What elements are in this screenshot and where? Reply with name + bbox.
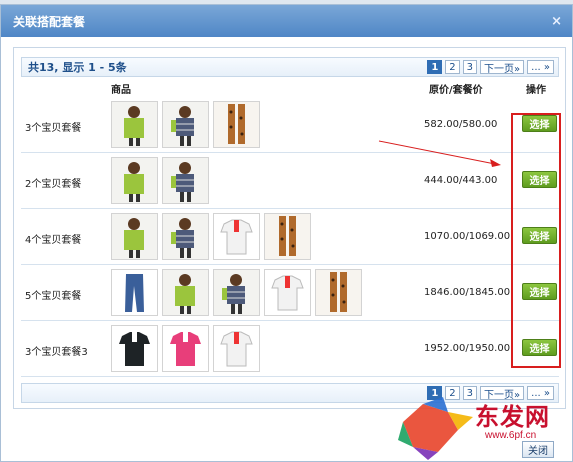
dialog-titlebar[interactable]: 关联搭配套餐 × (1, 5, 572, 37)
dialog-title: 关联搭配套餐 (13, 14, 86, 29)
white-polo-icon[interactable] (213, 325, 260, 372)
leopard-tights-icon[interactable] (264, 213, 311, 260)
plaid-top-icon[interactable] (162, 213, 209, 260)
bundle-items (111, 101, 260, 148)
page-1-button[interactable]: 1 (427, 386, 443, 400)
close-button[interactable]: 关闭 (522, 441, 554, 458)
page-2-button[interactable]: 2 (445, 60, 460, 74)
leopard-tights-icon[interactable] (213, 101, 260, 148)
select-button[interactable]: 选择 (522, 283, 557, 300)
table-row: 5个宝贝套餐 1846.00/1845.00 选择 (21, 266, 559, 321)
header-price: 原价/套餐价 (429, 85, 483, 96)
pager-top: 共13, 显示 1 - 5条 1 2 3 下一页» ... » (21, 57, 559, 77)
page-1-button[interactable]: 1 (427, 60, 443, 74)
green-jacket-icon[interactable] (111, 101, 158, 148)
next-page-button[interactable]: 下一页» (480, 60, 525, 75)
green-jacket-icon[interactable] (162, 269, 209, 316)
table-row: 4个宝贝套餐 1070.00/1069.00 选择 (21, 210, 559, 265)
bundle-price: 1846.00/1845.00 (424, 287, 511, 298)
plaid-top-icon[interactable] (162, 101, 209, 148)
plaid-top-icon[interactable] (213, 269, 260, 316)
bundle-name: 3个宝贝套餐 (25, 123, 82, 134)
bundle-items (111, 213, 311, 260)
result-summary: 共13, 显示 1 - 5条 (28, 61, 127, 74)
table-row: 3个宝贝套餐 582.00/580.00 选择 (21, 98, 559, 153)
bundle-dialog: 关联搭配套餐 × 共13, 显示 1 - 5条 1 2 3 下一页» ... »… (0, 4, 573, 462)
watermark-text: 东发网 (475, 402, 550, 431)
green-jacket-icon[interactable] (111, 213, 158, 260)
bundle-price: 1070.00/1069.00 (424, 231, 511, 242)
page-2-button[interactable]: 2 (445, 386, 460, 400)
bundle-panel: 共13, 显示 1 - 5条 1 2 3 下一页» ... » 商品 原价/套餐… (13, 47, 566, 409)
more-pages-button[interactable]: ... » (527, 60, 554, 74)
page-3-button[interactable]: 3 (462, 60, 478, 74)
select-button[interactable]: 选择 (522, 339, 557, 356)
header-action: 操作 (526, 85, 546, 96)
table-row: 2个宝贝套餐 444.00/443.00 选择 (21, 154, 559, 209)
bundle-price: 444.00/443.00 (424, 175, 498, 186)
select-button[interactable]: 选择 (522, 171, 557, 188)
bundle-name: 5个宝贝套餐 (25, 291, 82, 302)
bundle-name: 2个宝贝套餐 (25, 179, 82, 190)
leopard-tights-icon[interactable] (315, 269, 362, 316)
green-jacket-icon[interactable] (111, 157, 158, 204)
table-header: 商品 原价/套餐价 操作 (21, 81, 559, 96)
select-button[interactable]: 选择 (522, 115, 557, 132)
bundle-items (111, 157, 209, 204)
white-polo-icon[interactable] (264, 269, 311, 316)
pink-polo-icon[interactable] (162, 325, 209, 372)
black-polo-icon[interactable] (111, 325, 158, 372)
select-button[interactable]: 选择 (522, 227, 557, 244)
table-row: 3个宝贝套餐3 1952.00/1950.00 选择 (21, 322, 559, 377)
watermark-url: www.6pf.cn (485, 430, 537, 441)
bundle-items (111, 269, 362, 316)
jeans-icon[interactable] (111, 269, 158, 316)
bundle-items (111, 325, 260, 372)
plaid-top-icon[interactable] (162, 157, 209, 204)
header-product: 商品 (111, 85, 131, 96)
bundle-name: 4个宝贝套餐 (25, 235, 82, 246)
close-icon[interactable]: × (551, 14, 562, 29)
pagination: 1 2 3 下一页» ... » (427, 60, 554, 75)
bundle-name: 3个宝贝套餐3 (25, 347, 88, 358)
bundle-price: 582.00/580.00 (424, 119, 498, 130)
white-polo-icon[interactable] (213, 213, 260, 260)
bundle-price: 1952.00/1950.00 (424, 343, 511, 354)
